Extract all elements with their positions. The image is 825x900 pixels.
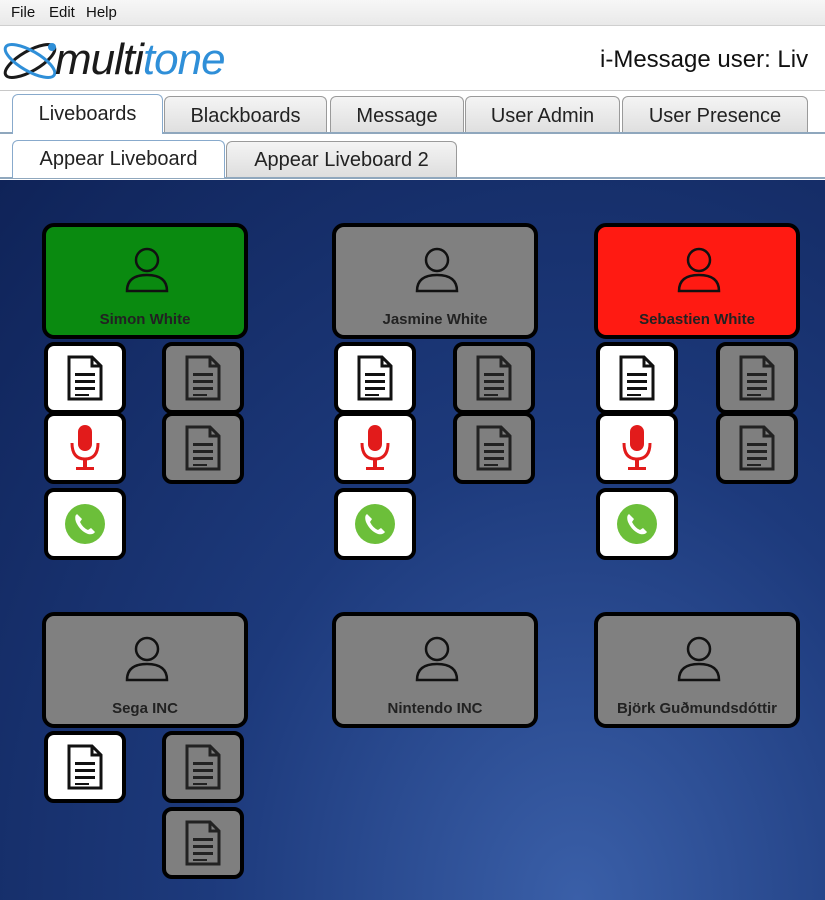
tab-message[interactable]: Message [330,96,464,134]
document-icon [185,355,221,401]
microphone-icon [70,425,100,470]
user-label: i-Message user: Liv [600,46,809,73]
document-tile-inactive[interactable] [453,342,535,414]
document-tile[interactable] [44,342,126,414]
tab-appear-liveboard-2[interactable]: Appear Liveboard 2 [226,141,457,177]
app-header: multitone i-Message user: Liv [0,27,825,91]
multitone-logo: multitone [0,33,240,87]
user-name: Sebastien White [639,311,755,328]
document-tile-inactive[interactable] [716,412,798,484]
person-icon [677,636,721,682]
phone-icon [355,504,395,544]
document-icon [185,820,221,866]
person-icon [125,636,169,682]
microphone-icon [622,425,652,470]
document-icon [185,744,221,790]
menu-edit[interactable]: Edit [49,4,75,21]
sub-tabs: Appear Liveboard Appear Liveboard 2 [0,134,825,180]
liveboard-area: Simon White Jasmine White Sebastien Whit… [0,180,825,900]
tab-liveboards[interactable]: Liveboards [12,94,163,134]
user-card-bjork-gudmundsdottir[interactable]: Björk Guðmundsdóttir [594,612,800,728]
microphone-tile[interactable] [44,412,126,484]
document-tile-inactive[interactable] [162,412,244,484]
tab-user-admin[interactable]: User Admin [465,96,620,134]
user-card-simon-white[interactable]: Simon White [42,223,248,339]
menu-bar: File Edit Help [0,0,825,26]
document-icon [476,425,512,471]
document-icon [739,355,775,401]
user-name: Jasmine White [382,311,488,328]
logo-text: multitone [55,33,226,87]
logo-text-multi: multi [55,35,144,84]
document-tile-inactive[interactable] [162,807,244,879]
document-icon [67,355,103,401]
phone-tile[interactable] [44,488,126,560]
person-icon [125,247,169,293]
person-icon [415,247,459,293]
document-icon [67,744,103,790]
document-icon [619,355,655,401]
document-tile-inactive[interactable] [162,731,244,803]
user-name: Simon White [99,311,191,328]
phone-icon [65,504,105,544]
phone-tile[interactable] [596,488,678,560]
menu-help[interactable]: Help [86,4,117,21]
document-tile[interactable] [596,342,678,414]
person-icon [415,636,459,682]
document-icon [357,355,393,401]
tab-user-presence[interactable]: User Presence [622,96,808,134]
microphone-icon [360,425,390,470]
document-tile-inactive[interactable] [162,342,244,414]
document-icon [739,425,775,471]
menu-file[interactable]: File [11,4,35,21]
user-card-jasmine-white[interactable]: Jasmine White [332,223,538,339]
person-icon [677,247,721,293]
phone-icon [617,504,657,544]
user-name: Sega INC [112,700,178,717]
document-tile-inactive[interactable] [716,342,798,414]
document-icon [185,425,221,471]
user-card-sebastien-white[interactable]: Sebastien White [594,223,800,339]
tab-appear-liveboard[interactable]: Appear Liveboard [12,140,225,178]
user-card-nintendo-inc[interactable]: Nintendo INC [332,612,538,728]
user-card-sega-inc[interactable]: Sega INC [42,612,248,728]
document-tile[interactable] [334,342,416,414]
user-name: Nintendo INC [387,700,483,717]
user-name: Björk Guðmundsdóttir [617,700,777,717]
microphone-tile[interactable] [334,412,416,484]
phone-tile[interactable] [334,488,416,560]
document-icon [476,355,512,401]
main-tabs: Liveboards Blackboards Message User Admi… [0,92,825,134]
document-tile-inactive[interactable] [453,412,535,484]
microphone-tile[interactable] [596,412,678,484]
document-tile[interactable] [44,731,126,803]
tab-blackboards[interactable]: Blackboards [164,96,327,134]
logo-text-tone: tone [142,35,226,84]
